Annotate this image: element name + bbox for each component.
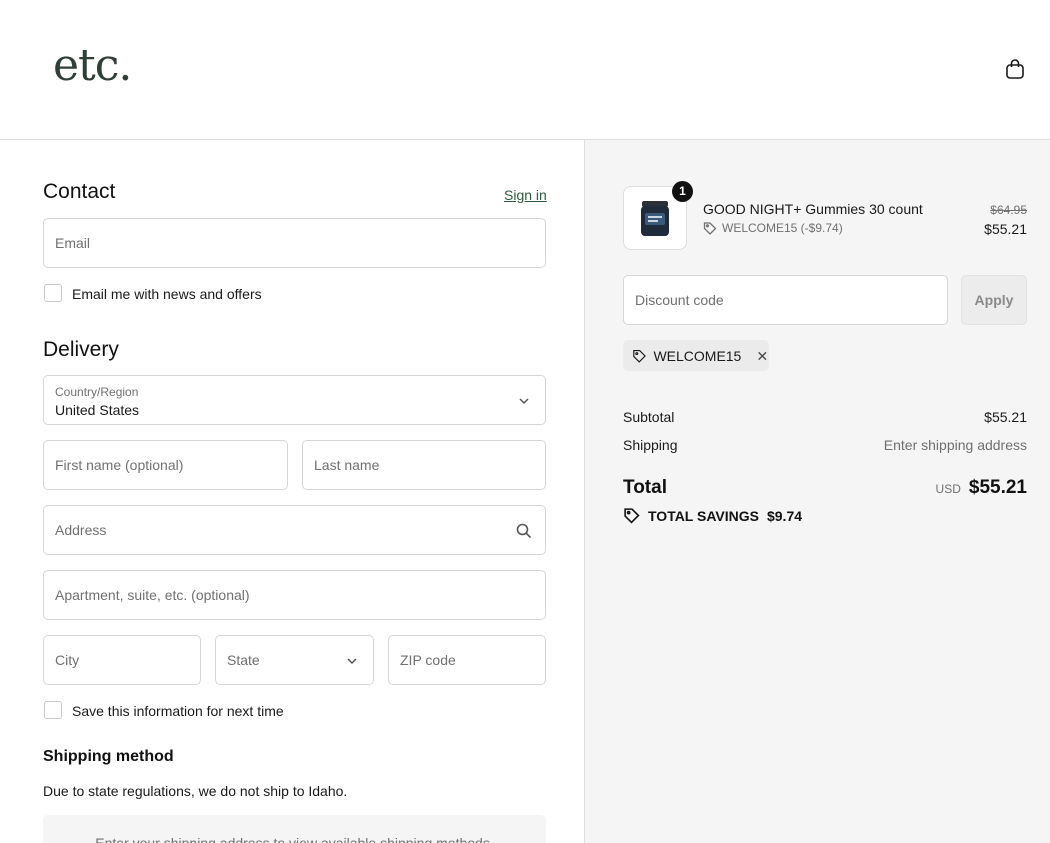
shipping-value: Enter shipping address [883, 437, 1027, 453]
shipping-notice: Due to state regulations, we do not ship… [43, 783, 348, 799]
subtotal-value: $55.21 [984, 409, 1027, 425]
original-price: $64.95 [990, 203, 1027, 217]
apartment-placeholder: Apartment, suite, etc. (optional) [55, 587, 250, 603]
country-value: United States [55, 402, 140, 418]
logo[interactable]: etc. [53, 40, 132, 91]
discount-code-field[interactable]: Discount code [623, 275, 948, 325]
last-name-placeholder: Last name [314, 457, 380, 473]
first-name-placeholder: First name (optional) [55, 457, 184, 473]
save-info-checkbox[interactable] [44, 701, 62, 719]
contact-heading: Contact [43, 180, 116, 203]
state-select[interactable]: State [215, 635, 374, 685]
zip-field[interactable]: ZIP code [388, 635, 546, 685]
product-price: $55.21 [984, 221, 1027, 237]
state-placeholder: State [227, 652, 260, 668]
tag-icon [624, 508, 640, 524]
last-name-field[interactable]: Last name [302, 440, 546, 490]
city-field[interactable]: City [43, 635, 201, 685]
chevron-down-icon [347, 658, 357, 665]
apply-button[interactable]: Apply [961, 275, 1027, 325]
newsletter-label: Email me with news and offers [72, 286, 262, 302]
address-field[interactable]: Address [43, 505, 546, 555]
search-icon[interactable] [515, 522, 533, 540]
discount-code-placeholder: Discount code [635, 292, 724, 308]
product-discount: WELCOME15 (-$9.74) [703, 221, 843, 235]
applied-discount-chip: WELCOME15 [623, 340, 769, 371]
country-label: Country/Region [55, 385, 139, 399]
email-placeholder: Email [55, 235, 91, 251]
shipping-method-heading: Shipping method [43, 748, 174, 765]
total-amount: USD $55.21 [936, 477, 1027, 499]
tag-icon [633, 349, 646, 363]
savings-label: TOTAL SAVINGS [648, 507, 759, 524]
product-name: GOOD NIGHT+ Gummies 30 count [703, 201, 923, 217]
city-placeholder: City [55, 652, 80, 668]
currency-code: USD [935, 482, 961, 496]
shipping-label: Shipping [623, 437, 678, 453]
shopping-bag-icon[interactable] [1003, 57, 1027, 81]
newsletter-checkbox[interactable] [44, 284, 62, 302]
tag-icon [703, 222, 717, 235]
chevron-down-icon [519, 398, 529, 405]
total-label: Total [623, 477, 667, 498]
total-savings: TOTAL SAVINGS $9.74 [623, 507, 802, 524]
applied-code: WELCOME15 [653, 347, 742, 364]
country-select[interactable]: Country/Region United States [43, 375, 546, 425]
product-discount-text: WELCOME15 (-$9.74) [722, 221, 843, 235]
delivery-heading: Delivery [43, 338, 119, 361]
total-value: $55.21 [968, 477, 1027, 498]
quantity-badge: 1 [672, 181, 693, 202]
apartment-field[interactable]: Apartment, suite, etc. (optional) [43, 570, 546, 620]
zip-placeholder: ZIP code [400, 652, 456, 668]
save-info-label: Save this information for next time [72, 703, 284, 719]
header: etc. [0, 0, 1050, 140]
first-name-field[interactable]: First name (optional) [43, 440, 288, 490]
address-placeholder: Address [55, 522, 107, 538]
sign-in-link[interactable]: Sign in [504, 187, 547, 203]
shipping-methods-text: Enter your shipping address to view avai… [95, 835, 494, 843]
email-field[interactable]: Email [43, 218, 546, 268]
savings-value: $9.74 [766, 507, 803, 524]
close-icon[interactable] [756, 349, 769, 363]
subtotal-label: Subtotal [623, 409, 675, 425]
shipping-methods-box: Enter your shipping address to view avai… [43, 815, 546, 843]
